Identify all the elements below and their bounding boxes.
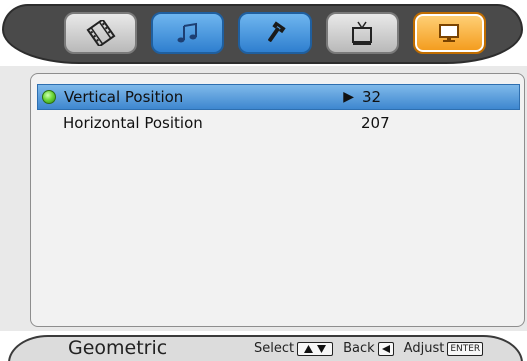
wrench-icon — [261, 21, 289, 45]
tv-icon — [349, 20, 375, 46]
enter-key-icon: ENTER — [447, 341, 484, 356]
tab-tv[interactable] — [325, 12, 399, 54]
settings-panel: Vertical Position ▶ 32 Horizontal Positi… — [30, 73, 525, 327]
left-key-icon — [377, 341, 394, 356]
tab-pc-display[interactable] — [412, 12, 487, 54]
tab-audio[interactable] — [151, 12, 225, 54]
back-label: Back — [343, 341, 375, 356]
up-down-key-icon — [297, 341, 334, 356]
key-help-strip: Select Back Adjust ENTER — [254, 341, 484, 356]
horizontal-position-label: Horizontal Position — [63, 114, 203, 132]
music-note-icon — [175, 21, 201, 45]
selection-bullet-icon — [42, 90, 56, 104]
menu-category-tabs — [64, 12, 487, 56]
monitor-icon — [435, 21, 463, 45]
tab-setup[interactable] — [238, 12, 312, 54]
vertical-position-label: Vertical Position — [64, 88, 184, 106]
play-arrow-icon: ▶ — [343, 89, 354, 105]
menu-row-vertical-position[interactable]: Vertical Position ▶ 32 — [37, 84, 520, 110]
tab-picture[interactable] — [64, 12, 138, 54]
film-icon — [86, 20, 116, 46]
adjust-label: Adjust — [403, 341, 445, 356]
vertical-position-value: 32 — [362, 88, 382, 106]
menu-row-horizontal-position[interactable]: Horizontal Position ▶ 207 — [37, 110, 520, 136]
osd-menu-window: Vertical Position ▶ 32 Horizontal Positi… — [0, 0, 527, 361]
select-label: Select — [254, 341, 295, 356]
horizontal-position-value: 207 — [361, 114, 390, 132]
menu-title: Geometric — [68, 337, 168, 359]
